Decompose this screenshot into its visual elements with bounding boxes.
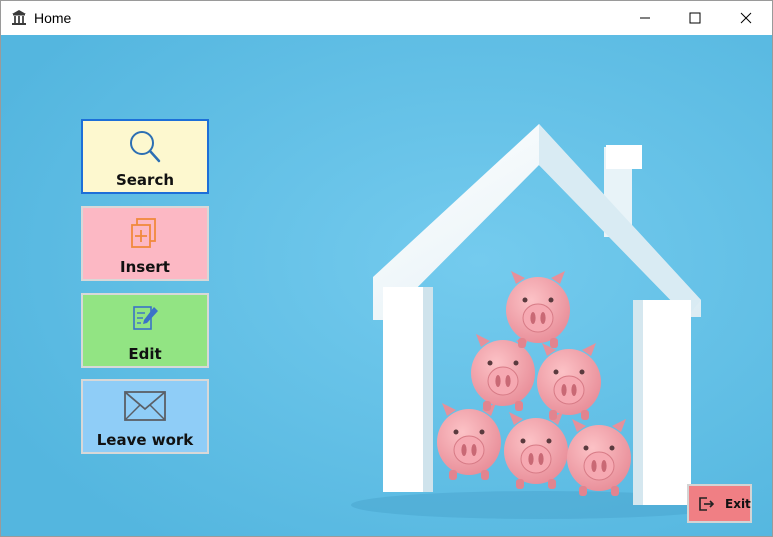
search-button[interactable]: Search: [81, 119, 209, 194]
edit-pencil-icon: [133, 306, 158, 330]
insert-button[interactable]: Insert: [81, 206, 209, 281]
maximize-icon: [689, 12, 701, 24]
bank-building-icon: [12, 10, 26, 25]
close-icon: [740, 12, 752, 24]
app-window: Home Search Insert Edit Leave work Exit: [0, 0, 773, 537]
window-title: Home: [34, 10, 72, 26]
leave-work-label: Leave work: [96, 431, 194, 449]
envelope-icon: [124, 391, 166, 421]
leave-work-button[interactable]: Leave work: [81, 379, 209, 454]
maximize-button[interactable]: [672, 1, 718, 35]
minimize-icon: [640, 17, 650, 19]
exit-button[interactable]: Exit: [687, 484, 752, 523]
house-piggy-bank-illustration: [1, 35, 772, 536]
title-bar[interactable]: Home: [1, 1, 772, 35]
insert-label: Insert: [120, 258, 170, 276]
edit-button[interactable]: Edit: [81, 293, 209, 368]
add-document-icon: [131, 218, 156, 248]
magnifier-icon: [130, 131, 161, 163]
exit-label: Exit: [725, 497, 751, 511]
edit-label: Edit: [128, 345, 162, 363]
close-button[interactable]: [723, 1, 769, 35]
exit-door-icon: [699, 497, 714, 511]
minimize-button[interactable]: [622, 1, 668, 35]
search-label: Search: [115, 171, 175, 189]
main-panel: Search Insert Edit Leave work Exit: [1, 35, 772, 536]
